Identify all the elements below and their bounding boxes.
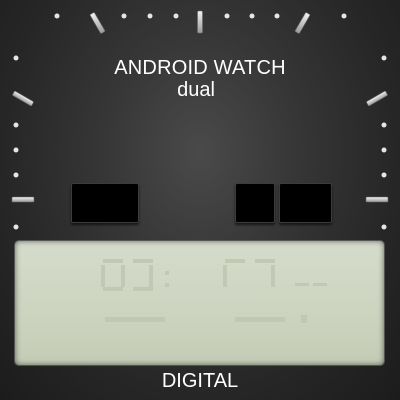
watch-face: ANDROID WATCH dual DIGITAL	[0, 0, 400, 400]
hour-marker-icon	[11, 10, 389, 203]
lcd-digital-display	[15, 241, 384, 365]
brand-title: ANDROID WATCH	[114, 57, 286, 79]
right-subdial-display-b	[279, 183, 332, 223]
lcd-ghost-segments	[101, 259, 327, 323]
right-subdial-display-a	[235, 183, 275, 223]
mode-label: DIGITAL	[161, 370, 239, 392]
left-subdial-display	[71, 183, 139, 223]
brand-subtitle: dual	[177, 79, 215, 101]
